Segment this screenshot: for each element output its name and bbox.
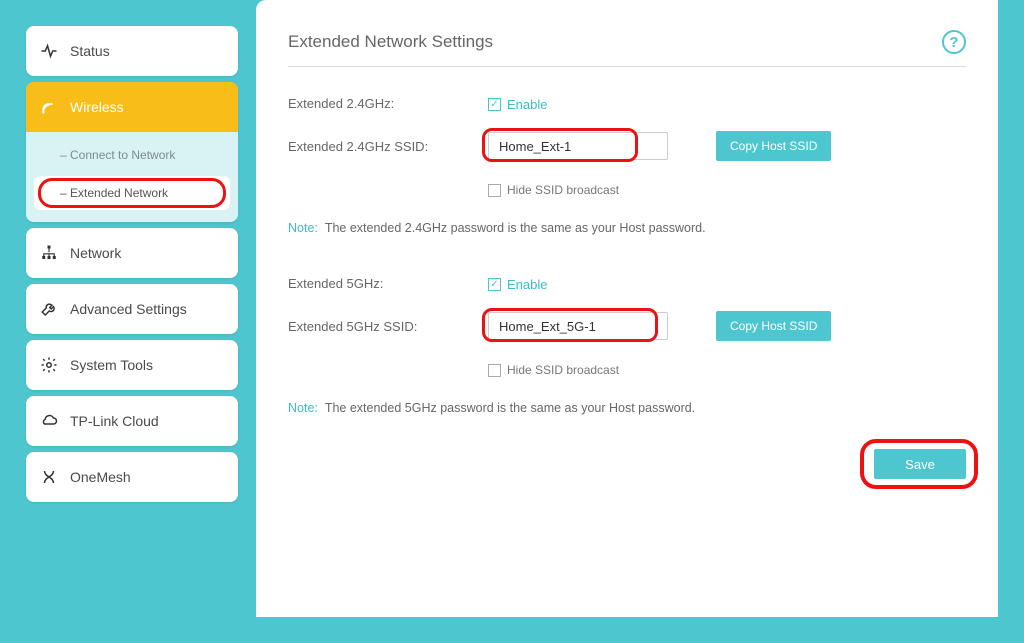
wifi-icon (40, 98, 58, 116)
status-icon (40, 42, 58, 60)
check-icon: ✓ (488, 184, 501, 197)
sidebar-label-status: Status (70, 43, 110, 59)
check-icon: ✓ (488, 98, 501, 111)
sidebar-label-system-tools: System Tools (70, 357, 153, 373)
input-ssid-5[interactable] (488, 312, 668, 340)
sidebar-row-wireless[interactable]: Wireless (26, 82, 238, 132)
gear-icon (40, 356, 58, 374)
sidebar-item-system-tools[interactable]: System Tools (26, 340, 238, 390)
cloud-icon (40, 412, 58, 430)
page-title: Extended Network Settings (288, 32, 493, 52)
label-ssid-24: Extended 2.4GHz SSID: (288, 139, 488, 154)
sidebar-item-cloud[interactable]: TP-Link Cloud (26, 396, 238, 446)
sidebar-sub-extended[interactable]: – Extended Network (34, 176, 230, 210)
sidebar-item-onemesh[interactable]: OneMesh (26, 452, 238, 502)
sidebar-label-wireless: Wireless (70, 99, 124, 115)
sidebar-label-cloud: TP-Link Cloud (70, 413, 159, 429)
main-panel: Extended Network Settings ? Extended 2.4… (256, 0, 998, 617)
help-icon[interactable]: ? (942, 30, 966, 54)
label-ssid-5: Extended 5GHz SSID: (288, 319, 488, 334)
check-icon: ✓ (488, 364, 501, 377)
network-icon (40, 244, 58, 262)
note-5: Note: The extended 5GHz password is the … (288, 401, 966, 415)
sidebar-item-wireless: Wireless – Connect to Network – Extended… (26, 82, 238, 222)
copy-host-ssid-5-button[interactable]: Copy Host SSID (716, 311, 831, 341)
section-24ghz: Extended 2.4GHz: ✓ Enable Extended 2.4GH… (288, 89, 966, 235)
checkbox-hide-24[interactable]: ✓ Hide SSID broadcast (488, 183, 619, 197)
note-24: Note: The extended 2.4GHz password is th… (288, 221, 966, 235)
sidebar-sub-connect[interactable]: – Connect to Network (26, 138, 238, 172)
label-ext-24: Extended 2.4GHz: (288, 96, 488, 111)
sidebar-item-network[interactable]: Network (26, 228, 238, 278)
checkbox-enable-5[interactable]: ✓ Enable (488, 277, 547, 292)
onemesh-icon (40, 468, 58, 486)
sidebar-label-onemesh: OneMesh (70, 469, 131, 485)
checkbox-hide-5[interactable]: ✓ Hide SSID broadcast (488, 363, 619, 377)
copy-host-ssid-24-button[interactable]: Copy Host SSID (716, 131, 831, 161)
sidebar-item-advanced[interactable]: Advanced Settings (26, 284, 238, 334)
sidebar-item-status[interactable]: Status (26, 26, 238, 76)
check-icon: ✓ (488, 278, 501, 291)
checkbox-enable-24[interactable]: ✓ Enable (488, 97, 547, 112)
save-button[interactable]: Save (874, 449, 966, 479)
wrench-icon (40, 300, 58, 318)
section-5ghz: Extended 5GHz: ✓ Enable Extended 5GHz SS… (288, 269, 966, 415)
sidebar-label-network: Network (70, 245, 121, 261)
sidebar: Status Wireless – Connect to Network – E… (26, 0, 238, 617)
input-ssid-24[interactable] (488, 132, 668, 160)
sidebar-subitems-wireless: – Connect to Network – Extended Network (26, 132, 238, 222)
sidebar-label-advanced: Advanced Settings (70, 301, 187, 317)
label-ext-5: Extended 5GHz: (288, 276, 488, 291)
